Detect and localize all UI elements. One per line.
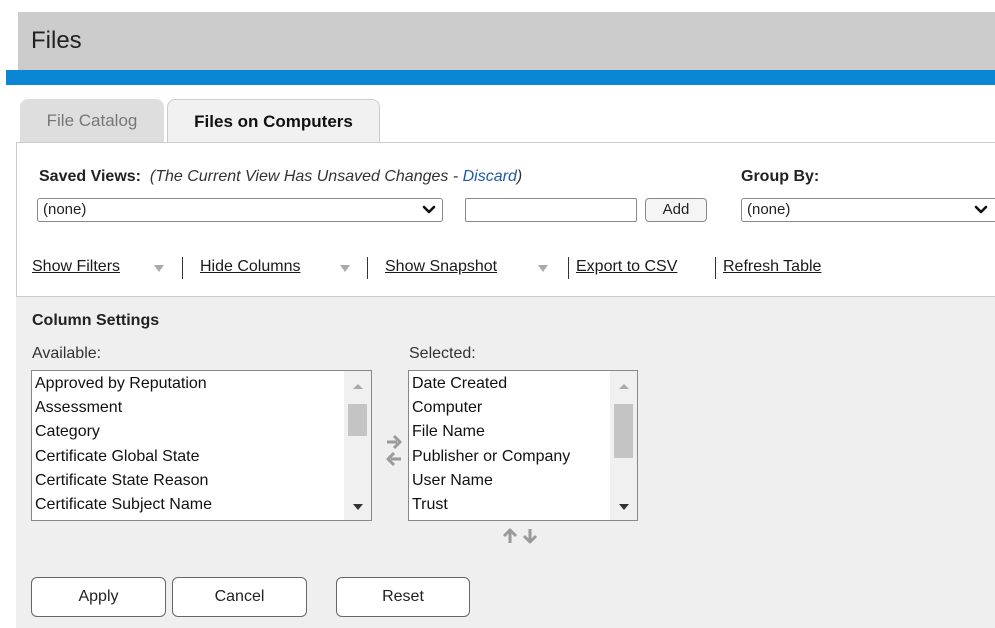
list-item[interactable]: Category <box>35 420 100 444</box>
reset-button[interactable]: Reset <box>336 577 470 617</box>
notice-prefix: (The Current View Has Unsaved Changes - <box>149 168 463 185</box>
list-item[interactable]: Certificate Subject Name <box>35 493 212 517</box>
saved-views-value: (none) <box>43 201 87 218</box>
view-name-input[interactable] <box>465 198 637 222</box>
arrow-down-icon[interactable] <box>522 529 538 544</box>
list-item[interactable]: File Name <box>412 420 485 444</box>
show-snapshot-link[interactable]: Show Snapshot <box>385 258 497 276</box>
cancel-button[interactable]: Cancel <box>172 577 307 617</box>
chevron-down-icon <box>422 205 436 214</box>
toolbar-divider <box>182 257 183 279</box>
selected-scrollbar[interactable] <box>610 371 637 520</box>
available-scrollbar[interactable] <box>344 371 371 520</box>
toolbar-divider <box>715 257 716 279</box>
scroll-down-icon[interactable] <box>618 503 630 511</box>
scrollbar-thumb[interactable] <box>614 404 633 458</box>
hide-columns-link[interactable]: Hide Columns <box>200 258 300 276</box>
toolbar-divider <box>367 257 368 279</box>
refresh-table-link[interactable]: Refresh Table <box>723 258 821 276</box>
unsaved-changes-notice: (The Current View Has Unsaved Changes - … <box>150 168 522 185</box>
export-csv-link[interactable]: Export to CSV <box>576 258 677 276</box>
column-settings-title: Column Settings <box>32 312 160 329</box>
order-arrows <box>502 528 538 544</box>
group-by-value: (none) <box>747 201 791 218</box>
arrow-up-icon[interactable] <box>502 528 518 543</box>
saved-views-title: Saved Views: <box>39 168 141 185</box>
accent-bar <box>6 70 995 85</box>
available-label: Available: <box>32 345 102 362</box>
arrow-right-icon[interactable] <box>387 434 402 450</box>
chevron-down-icon <box>974 205 988 214</box>
available-columns-list[interactable]: Approved by Reputation Assessment Catego… <box>31 370 372 521</box>
saved-views-label: Saved Views: (The Current View Has Unsav… <box>39 168 522 186</box>
group-by-select[interactable]: (none) <box>741 198 995 222</box>
arrow-left-icon[interactable] <box>386 451 401 467</box>
list-item[interactable]: Computer <box>412 396 482 420</box>
dropdown-triangle-icon[interactable] <box>538 265 548 272</box>
selected-columns-list[interactable]: Date Created Computer File Name Publishe… <box>408 370 638 521</box>
page-title: Files <box>31 27 82 54</box>
scroll-up-icon[interactable] <box>352 382 364 390</box>
list-item[interactable]: Date Created <box>412 372 507 396</box>
tab-files-on-computers[interactable]: Files on Computers <box>167 99 380 143</box>
add-view-button[interactable]: Add <box>645 198 707 222</box>
move-arrows <box>386 434 402 467</box>
saved-views-select[interactable]: (none) <box>37 198 443 222</box>
scrollbar-thumb[interactable] <box>348 404 367 436</box>
selected-label: Selected: <box>409 345 476 362</box>
dropdown-triangle-icon[interactable] <box>154 265 164 272</box>
scroll-down-icon[interactable] <box>352 503 364 511</box>
list-item[interactable]: Certificate Global State <box>35 445 200 469</box>
toolbar-divider <box>568 257 569 279</box>
page-header: Files <box>18 12 995 70</box>
group-by-label: Group By: <box>741 168 820 185</box>
dropdown-triangle-icon[interactable] <box>340 265 350 272</box>
list-item[interactable]: Trust <box>412 493 448 517</box>
notice-suffix: ) <box>516 168 523 185</box>
list-item[interactable]: User Name <box>412 469 493 493</box>
discard-link[interactable]: Discard <box>463 168 517 185</box>
scroll-up-icon[interactable] <box>618 382 630 390</box>
list-item[interactable]: Publisher or Company <box>412 445 570 469</box>
apply-button[interactable]: Apply <box>31 577 166 617</box>
show-filters-link[interactable]: Show Filters <box>32 258 120 276</box>
list-item[interactable]: Certificate State Reason <box>35 469 208 493</box>
list-item[interactable]: Approved by Reputation <box>35 372 207 396</box>
tab-file-catalog[interactable]: File Catalog <box>20 99 164 142</box>
list-item[interactable]: Assessment <box>35 396 122 420</box>
